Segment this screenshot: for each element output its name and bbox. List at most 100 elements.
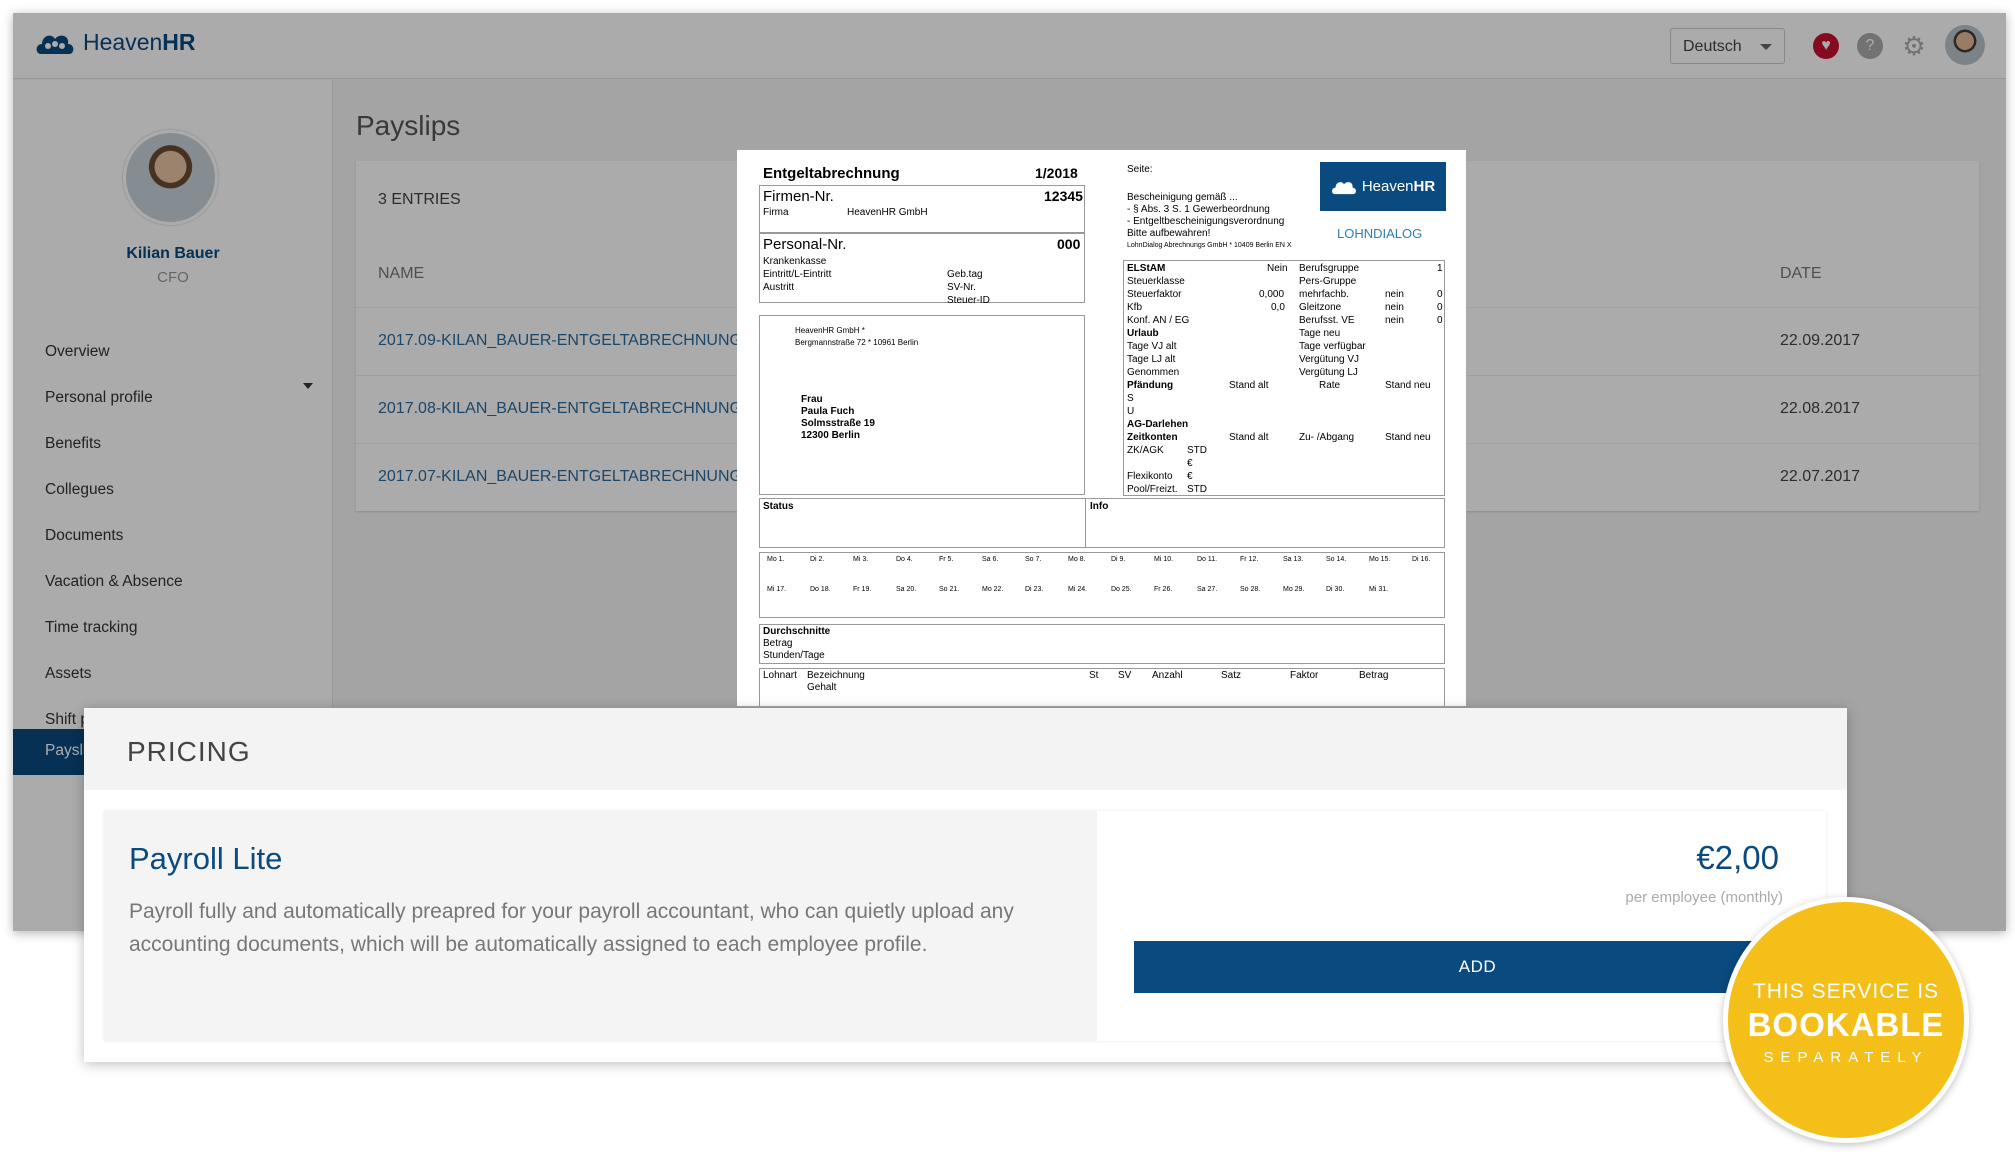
doc-elstam-val: 0,000 (1259, 289, 1285, 300)
doc-calendar-day: Fr 12. (1240, 556, 1259, 563)
doc-calendar-day: So 7. (1025, 556, 1042, 563)
doc-elstam-label: Kfb (1127, 302, 1143, 313)
doc-ag-darlehen: AG-Darlehen (1127, 419, 1189, 430)
doc-durchschnitte: Durchschnitte (763, 626, 831, 637)
doc-field: Austritt (763, 282, 795, 293)
doc-unit: STD (1187, 484, 1207, 495)
doc-urlaub: Vergütung VJ (1299, 354, 1360, 365)
doc-unit: € (1187, 458, 1193, 469)
doc-calendar-day: Mo 8. (1068, 556, 1086, 563)
doc-heavenhr-logo: HeavenHR (1320, 162, 1446, 211)
doc-field: SV-Nr. (947, 282, 976, 293)
doc-calendar-day: Di 2. (810, 556, 825, 563)
doc-lohndialog-logo: LOHNDIALOG (1337, 226, 1423, 241)
doc-logo-hr: HR (1413, 178, 1436, 195)
doc-calendar-day: Sa 6. (982, 556, 999, 563)
doc-unit: STD (1187, 445, 1207, 456)
doc-divider (1085, 498, 1086, 548)
payslip-document-preview: Entgeltabrechnung 1/2018 Firmen-Nr. 1234… (737, 150, 1466, 706)
doc-lohndialog-small: LohnDialog Abrechnungs GmbH * 10409 Berl… (1127, 242, 1292, 249)
doc-calendar-day: Di 16. (1412, 556, 1431, 563)
doc-personal-nr: 000 (1057, 236, 1081, 252)
doc-sender-address: Bergmannstraße 72 * 10961 Berlin (795, 338, 919, 347)
doc-durchschnitte: Stunden/Tage (763, 650, 825, 661)
doc-calendar-day: So 21. (939, 586, 960, 593)
doc-elstam-label: Steuerklasse (1127, 276, 1185, 287)
doc-calendar-day: Mi 17. (767, 586, 787, 593)
doc-firma-label: Firma (763, 207, 789, 218)
doc-personal-label: Personal-Nr. (763, 236, 847, 253)
doc-lohn-col: Betrag (1359, 670, 1389, 681)
doc-calendar-day: Mo 29. (1283, 586, 1305, 593)
doc-pfaendung: Pfändung (1127, 380, 1174, 391)
doc-title: Entgeltabrechnung (763, 165, 900, 182)
doc-durchschnitte-box (759, 624, 1445, 664)
doc-field: Steuer-ID (947, 295, 990, 306)
doc-lohn-col: Lohnart (763, 670, 797, 681)
doc-lohn-col: Bezeichnung (807, 670, 865, 681)
doc-urlaub: Tage verfügbar (1299, 341, 1366, 352)
doc-elstam-val: 0 (1437, 289, 1443, 300)
doc-unit: € (1187, 471, 1193, 482)
doc-elstam-label: Berufsgruppe (1299, 263, 1360, 274)
doc-note: - Entgeltbescheinigungsverordnung (1127, 216, 1285, 227)
doc-elstam-val: Nein (1267, 263, 1288, 274)
doc-urlaub: Tage VJ alt (1127, 341, 1177, 352)
doc-calendar-day: Do 18. (810, 586, 831, 593)
price-unit: per employee (monthly) (1625, 889, 1783, 906)
doc-firma: HeavenHR GmbH (847, 207, 928, 218)
doc-calendar-day: Mo 22. (982, 586, 1004, 593)
doc-calendar-day: So 28. (1240, 586, 1261, 593)
doc-calendar-day: Sa 27. (1197, 586, 1218, 593)
doc-note: Bescheinigung gemäß ... (1127, 192, 1238, 203)
doc-calendar-day: Mo 1. (767, 556, 785, 563)
doc-elstam-val: 0,0 (1271, 302, 1285, 313)
logo-cloud-icon (1331, 181, 1356, 194)
doc-calendar-day: Fr 26. (1154, 586, 1173, 593)
doc-elstam-label: Steuerfaktor (1127, 289, 1182, 300)
doc-elstam-val: nein (1385, 315, 1404, 326)
doc-calendar-day: So 14. (1326, 556, 1347, 563)
doc-lohn-col: Anzahl (1152, 670, 1183, 681)
doc-elstam-val: nein (1385, 302, 1404, 313)
doc-durchschnitte: Betrag (763, 638, 793, 649)
doc-calendar-day: Sa 13. (1283, 556, 1304, 563)
bookable-badge: THIS SERVICE IS BOOKABLE SEPARATELY (1723, 897, 1969, 1143)
doc-calendar-day: Mi 24. (1068, 586, 1088, 593)
doc-urlaub: Urlaub (1127, 328, 1159, 339)
doc-elstam-val: 0 (1437, 302, 1443, 313)
doc-row: S (1127, 393, 1134, 404)
doc-row: Flexikonto (1127, 471, 1173, 482)
doc-lohn-col: SV (1118, 670, 1132, 681)
product-name: Payroll Lite (129, 841, 283, 876)
doc-lohn-row: Gehalt (807, 682, 837, 693)
doc-col: Zu- /Abgang (1299, 432, 1355, 443)
doc-elstam-label: Pers-Gruppe (1299, 276, 1357, 287)
doc-row: U (1127, 406, 1135, 417)
doc-period: 1/2018 (1035, 165, 1078, 181)
doc-elstam: ELStAM (1127, 263, 1166, 274)
doc-col: Stand neu (1385, 432, 1431, 443)
doc-lohn-col: Faktor (1290, 670, 1319, 681)
price: €2,00 (1696, 839, 1779, 876)
doc-calendar-day: Di 9. (1111, 556, 1126, 563)
doc-calendar-day: Fr 5. (939, 556, 954, 563)
product-description: Payroll fully and automatically preapred… (129, 900, 1014, 956)
doc-calendar-day: Di 23. (1025, 586, 1044, 593)
doc-elstam-label: Berufsst. VE (1299, 315, 1355, 326)
add-button[interactable]: ADD (1134, 941, 1821, 993)
doc-seite: Seite: (1127, 164, 1153, 175)
doc-logo-heaven: Heaven (1361, 178, 1414, 195)
doc-firmen-nr: 12345 (1044, 188, 1083, 204)
price-panel: €2,00 per employee (monthly) ADD (1097, 811, 1826, 1041)
doc-row: ZK/AGK (1127, 445, 1164, 456)
doc-calendar-day: Do 4. (896, 556, 913, 563)
doc-calendar-day: Mi 10. (1154, 556, 1174, 563)
doc-calendar-day: Fr 19. (853, 586, 872, 593)
doc-urlaub: Vergütung LJ (1299, 367, 1358, 378)
doc-elstam-val: 1 (1437, 263, 1443, 274)
doc-calendar-day: Sa 20. (896, 586, 917, 593)
doc-calendar-day: Do 25. (1111, 586, 1132, 593)
doc-urlaub: Tage neu (1299, 328, 1341, 339)
doc-sender: HeavenHR GmbH * (795, 326, 865, 335)
